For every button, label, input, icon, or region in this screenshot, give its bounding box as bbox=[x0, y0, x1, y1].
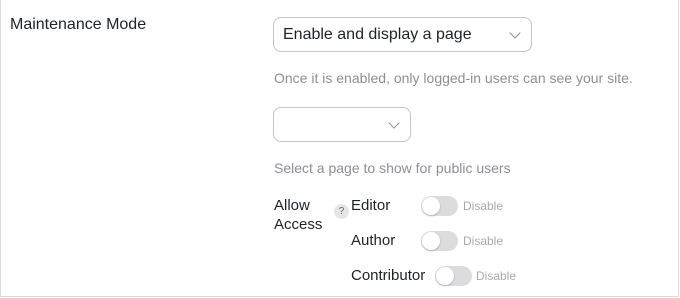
toggle-knob bbox=[436, 267, 454, 285]
settings-panel: Maintenance Mode Enable and display a pa… bbox=[0, 0, 679, 297]
maintenance-mode-label: Maintenance Mode bbox=[10, 16, 147, 33]
author-toggle-state: Disable bbox=[463, 234, 504, 248]
role-name-editor: Editor bbox=[351, 197, 391, 214]
maintenance-mode-help-text: Once it is enabled, only logged-in users… bbox=[274, 70, 633, 86]
contributor-toggle-state: Disable bbox=[476, 269, 517, 283]
role-name-author: Author bbox=[351, 232, 396, 249]
chevron-down-icon bbox=[509, 27, 521, 39]
contributor-access-toggle[interactable] bbox=[435, 266, 472, 286]
allow-access-label-line2: Access bbox=[274, 216, 323, 233]
editor-toggle-state: Disable bbox=[463, 199, 504, 213]
public-page-help-text: Select a page to show for public users bbox=[274, 160, 511, 176]
toggle-knob bbox=[422, 232, 440, 250]
toggle-knob bbox=[422, 197, 440, 215]
allow-access-label: Allow Access bbox=[274, 196, 322, 234]
maintenance-mode-select[interactable]: Enable and display a page bbox=[273, 17, 532, 52]
question-mark-icon[interactable]: ? bbox=[334, 204, 349, 219]
editor-access-toggle[interactable] bbox=[421, 196, 458, 216]
public-page-select[interactable] bbox=[273, 107, 411, 142]
chevron-down-icon bbox=[388, 117, 400, 129]
allow-access-label-line1: Allow bbox=[274, 197, 310, 214]
role-name-contributor: Contributor bbox=[351, 267, 426, 284]
maintenance-mode-select-value: Enable and display a page bbox=[283, 26, 472, 43]
author-access-toggle[interactable] bbox=[421, 231, 458, 251]
